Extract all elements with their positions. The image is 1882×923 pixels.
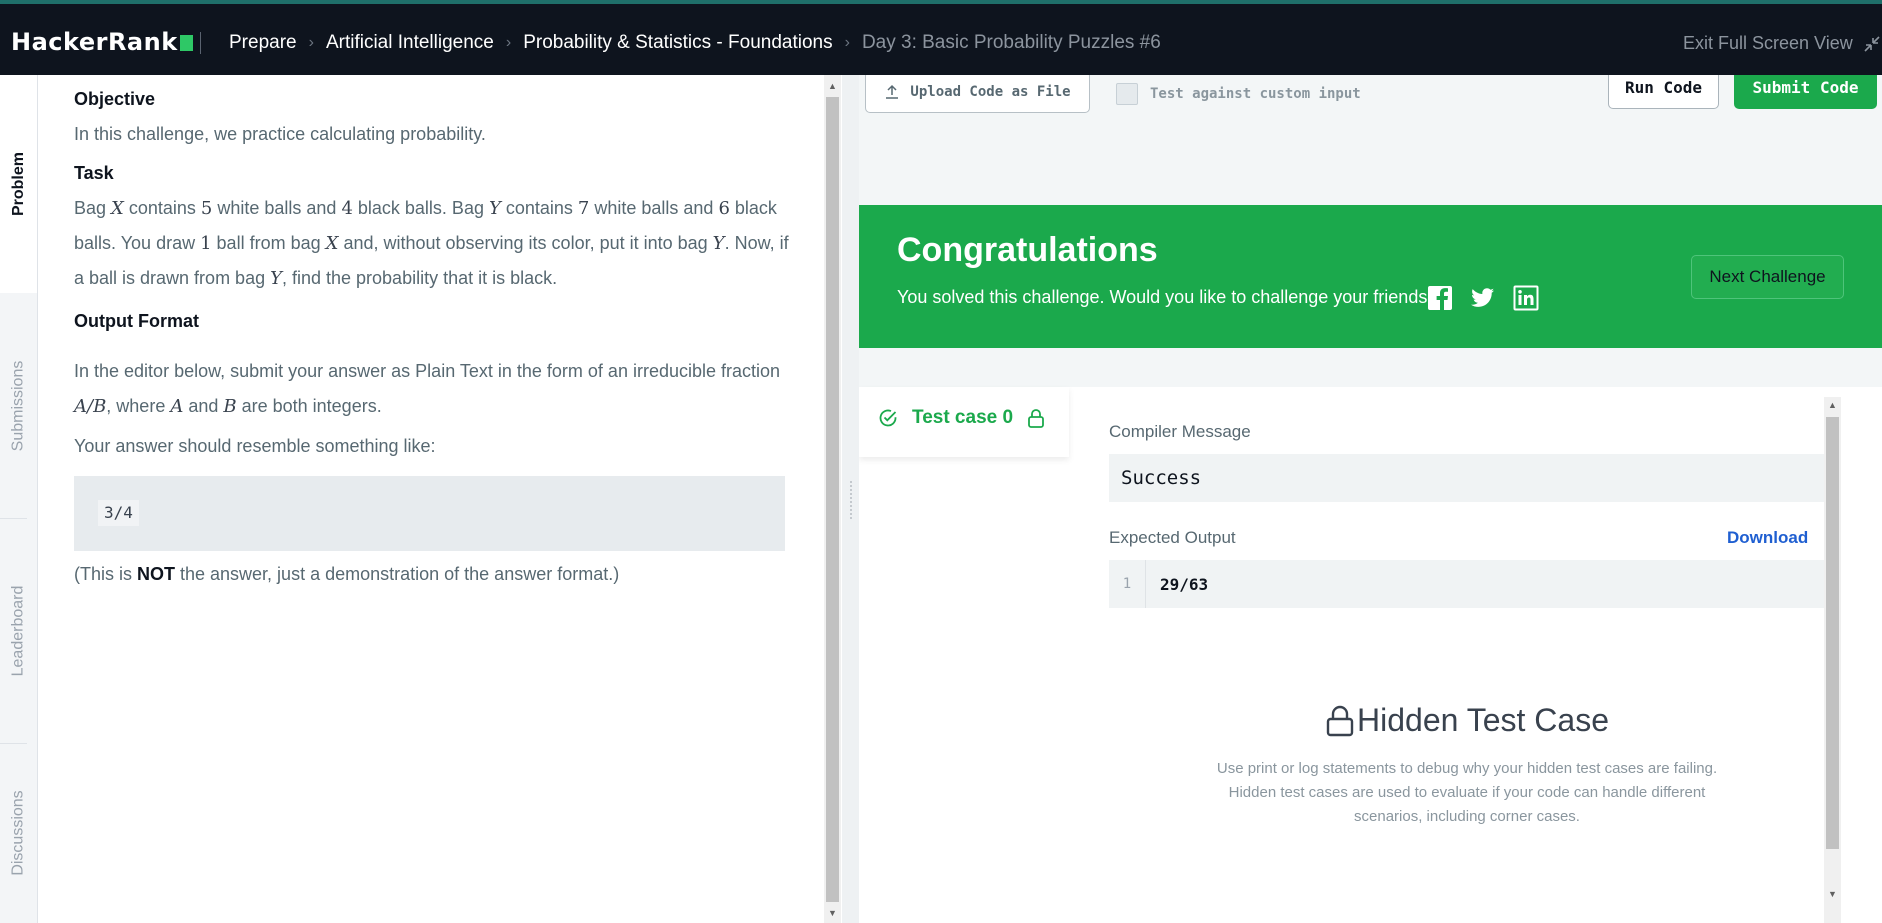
tab-leaderboard-label: Leaderboard bbox=[9, 585, 27, 676]
objective-heading-wrap: Objective bbox=[74, 75, 794, 117]
compiler-message-label: Compiler Message bbox=[1109, 422, 1251, 441]
custom-input-toggle[interactable]: Test against custom input bbox=[1116, 83, 1361, 105]
run-code-button[interactable]: Run Code bbox=[1608, 75, 1719, 109]
test-case-label: Test case 0 bbox=[912, 407, 1014, 428]
tab-problem[interactable]: Problem bbox=[0, 75, 37, 293]
scrollbar-thumb[interactable] bbox=[826, 97, 839, 902]
problem-scrollbar[interactable]: ▲ ▼ bbox=[824, 75, 841, 923]
custom-input-checkbox[interactable] bbox=[1116, 83, 1138, 105]
objective-text: In this challenge, we practice calculati… bbox=[74, 124, 486, 144]
tab-submissions-label: Submissions bbox=[9, 360, 27, 451]
submit-code-button[interactable]: Submit Code bbox=[1734, 75, 1877, 109]
test-case-item[interactable]: Test case 0 bbox=[878, 407, 1045, 429]
test-case-list: Test case 0 bbox=[859, 387, 1069, 457]
tab-discussions-label: Discussions bbox=[9, 790, 27, 876]
hidden-test-case-title: Hidden Test Case bbox=[1109, 702, 1825, 739]
results-scrollbar[interactable]: ▲ ▼ bbox=[1824, 397, 1841, 923]
scroll-up-arrow-icon[interactable]: ▲ bbox=[828, 81, 837, 91]
congratulations-message: You solved this challenge. Would you lik… bbox=[897, 287, 1438, 307]
download-link[interactable]: Download bbox=[1727, 528, 1808, 548]
hidden-test-case-description: Use print or log statements to debug why… bbox=[1216, 760, 1718, 825]
expected-output-label: Expected Output bbox=[1109, 528, 1236, 547]
test-case-detail: Compiler Message Success Expected Output… bbox=[1109, 387, 1825, 923]
objective-heading: Objective bbox=[74, 89, 156, 109]
pane-resize-handle[interactable] bbox=[842, 75, 859, 923]
line-number: 1 bbox=[1109, 560, 1146, 608]
breadcrumb-artificial-intelligence[interactable]: Artificial Intelligence bbox=[326, 32, 494, 54]
nav-separator bbox=[200, 32, 201, 54]
output-format-heading: Output Format bbox=[74, 311, 199, 331]
breadcrumb-probability-statistics[interactable]: Probability & Statistics - Foundations bbox=[523, 32, 832, 54]
custom-input-label: Test against custom input bbox=[1150, 86, 1361, 102]
exit-fullscreen-link[interactable]: Exit Full Screen View bbox=[1683, 33, 1853, 54]
editor-results-pane: Upload Code as File Test against custom … bbox=[859, 75, 1882, 923]
scroll-down-arrow-icon[interactable]: ▼ bbox=[828, 908, 837, 918]
lock-icon bbox=[1326, 705, 1354, 736]
resemble-text: Your answer should resemble something li… bbox=[74, 436, 436, 456]
output-format-text: In the editor below, submit your answer … bbox=[74, 361, 781, 417]
congratulations-title: Congratulations bbox=[897, 231, 1158, 269]
twitter-icon[interactable] bbox=[1470, 285, 1496, 311]
format-note: (This is NOT the answer, just a demonstr… bbox=[74, 564, 620, 584]
upload-icon bbox=[886, 84, 899, 99]
breadcrumb: Prepare › Artificial Intelligence › Prob… bbox=[229, 32, 1161, 54]
breadcrumb-current: Day 3: Basic Probability Puzzles #6 bbox=[861, 32, 1161, 53]
check-circle-icon bbox=[879, 409, 897, 427]
tab-discussions[interactable]: Discussions bbox=[0, 743, 37, 923]
facebook-icon[interactable] bbox=[1427, 285, 1453, 311]
logo-square-icon bbox=[179, 35, 193, 51]
tab-problem-label: Problem bbox=[9, 151, 27, 217]
linkedin-icon[interactable] bbox=[1513, 285, 1539, 311]
compiler-message-box: Success bbox=[1109, 454, 1825, 502]
breadcrumb-prepare[interactable]: Prepare bbox=[229, 32, 297, 54]
scrollbar-thumb[interactable] bbox=[1826, 417, 1839, 849]
collapse-icon[interactable] bbox=[1862, 34, 1882, 54]
scroll-up-arrow-icon[interactable]: ▲ bbox=[1828, 400, 1837, 410]
upload-code-button[interactable]: Upload Code as File bbox=[865, 75, 1090, 113]
side-tabs: Problem Submissions Leaderboard Discussi… bbox=[0, 75, 38, 923]
chevron-right-icon: › bbox=[844, 34, 850, 51]
expected-output-value: 29/63 bbox=[1160, 574, 1209, 594]
lock-icon bbox=[1028, 409, 1044, 428]
hidden-title-text: Hidden Test Case bbox=[1357, 702, 1609, 738]
problem-statement: Objective In this challenge, we practice… bbox=[74, 75, 794, 592]
example-code: 3/4 bbox=[98, 500, 139, 526]
hidden-test-case-section: Hidden Test Case Use print or log statem… bbox=[1109, 702, 1825, 829]
task-heading: Task bbox=[74, 163, 114, 183]
hackerrank-logo[interactable]: HackerRank bbox=[11, 28, 193, 56]
tab-submissions[interactable]: Submissions bbox=[0, 293, 37, 518]
congratulations-banner: Congratulations You solved this challeng… bbox=[859, 205, 1882, 348]
expected-output-box: 1 29/63 bbox=[1109, 560, 1825, 608]
scroll-down-arrow-icon[interactable]: ▼ bbox=[1828, 889, 1837, 899]
upload-code-label: Upload Code as File bbox=[910, 84, 1071, 100]
logo-text: HackerRank bbox=[11, 28, 178, 56]
next-challenge-button[interactable]: Next Challenge bbox=[1691, 255, 1844, 299]
tab-leaderboard[interactable]: Leaderboard bbox=[0, 518, 37, 743]
chevron-right-icon: › bbox=[308, 34, 314, 51]
top-navbar: HackerRank Prepare › Artificial Intellig… bbox=[0, 10, 1882, 75]
drag-grip-icon bbox=[849, 480, 853, 520]
chevron-right-icon: › bbox=[505, 34, 512, 51]
browser-top-strip bbox=[0, 0, 1882, 10]
task-text: Bag X contains 5 white balls and 4 black… bbox=[74, 198, 789, 289]
test-results-panel: Test case 0 Compiler Message Success Exp… bbox=[859, 387, 1882, 923]
example-code-block: 3/4 bbox=[74, 476, 785, 551]
